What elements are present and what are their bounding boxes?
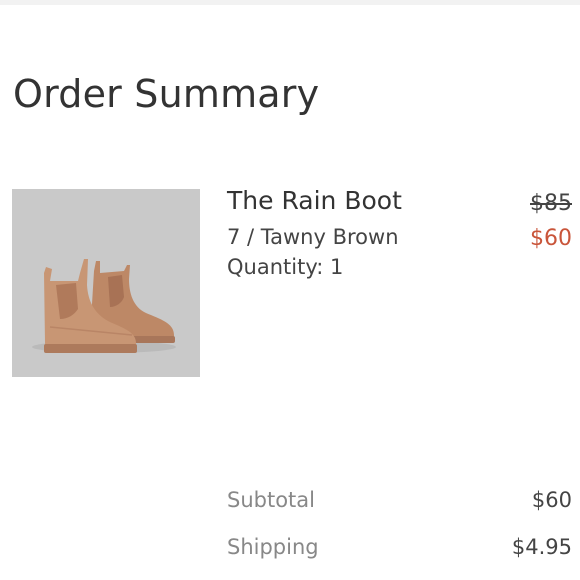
page-title: Order Summary [13,72,320,116]
shipping-value: $4.95 [511,535,572,559]
top-divider [0,0,580,5]
subtotal-value: $60 [531,488,572,512]
product-image [12,189,200,377]
sale-price: $60 [530,226,572,251]
product-name: The Rain Boot [227,186,402,215]
shipping-label: Shipping [227,535,319,559]
subtotal-label: Subtotal [227,488,315,512]
product-quantity: Quantity: 1 [227,255,344,279]
product-variant: 7 / Tawny Brown [227,225,399,249]
original-price: $85 [530,191,572,216]
rain-boot-image [12,189,200,377]
